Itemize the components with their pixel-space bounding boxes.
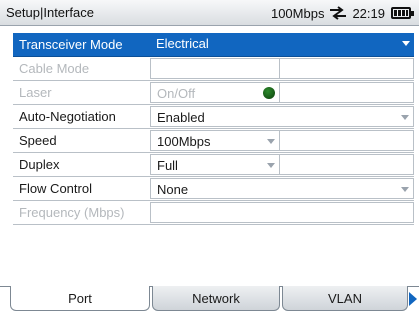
battery-icon — [391, 7, 414, 19]
laser-toggle: On/Off — [150, 82, 280, 103]
chevron-down-icon — [267, 163, 275, 168]
led-indicator-icon — [263, 87, 275, 99]
frequency-label: Frequency (Mbps) — [19, 205, 125, 220]
frequency-row: Frequency (Mbps) — [13, 201, 414, 225]
speed-select[interactable]: 100Mbps — [150, 130, 280, 151]
auto-negotiation-value: Enabled — [157, 110, 205, 125]
laser-value: On/Off — [157, 86, 196, 101]
cable-mode-label: Cable Mode — [19, 61, 90, 76]
laser-label: Laser — [19, 85, 52, 100]
chevron-down-icon — [401, 187, 409, 192]
cable-mode-field — [150, 58, 280, 79]
speed-label: Speed — [19, 133, 57, 148]
flow-control-label: Flow Control — [19, 181, 92, 196]
tab-vlan-label: VLAN — [328, 291, 362, 306]
link-speed: 100Mbps — [270, 5, 325, 21]
auto-negotiation-label: Auto-Negotiation — [19, 109, 116, 124]
transceiver-mode-select[interactable]: Electrical — [150, 33, 414, 56]
tab-port-label: Port — [68, 291, 92, 306]
cable-mode-extra-cell — [279, 58, 414, 79]
scroll-right-icon[interactable] — [409, 292, 417, 306]
page-title: Setup|Interface — [6, 5, 94, 20]
title-bar: Setup|Interface 100Mbps 22:19 — [0, 0, 419, 26]
flow-control-value: None — [157, 182, 189, 197]
tab-bar: Port Network VLAN — [0, 286, 419, 311]
tab-network-label: Network — [192, 291, 240, 306]
duplex-label: Duplex — [19, 157, 60, 172]
auto-negotiation-row[interactable]: Auto-Negotiation Enabled — [13, 105, 414, 129]
frequency-field — [150, 202, 414, 223]
tab-network[interactable]: Network — [152, 286, 280, 311]
auto-negotiation-select[interactable]: Enabled — [150, 106, 414, 127]
speed-row[interactable]: Speed 100Mbps — [13, 129, 414, 153]
clock: 22:19 — [352, 5, 385, 21]
duplex-select[interactable]: Full — [150, 154, 280, 175]
cable-mode-row: Cable Mode — [13, 57, 414, 81]
duplex-row[interactable]: Duplex Full — [13, 153, 414, 177]
transceiver-mode-value: Electrical — [156, 36, 209, 51]
speed-value: 100Mbps — [157, 134, 211, 149]
chevron-down-icon — [267, 139, 275, 144]
laser-extra-cell — [279, 82, 414, 103]
duplex-value: Full — [157, 158, 178, 173]
chevron-down-icon — [401, 115, 409, 120]
tab-port[interactable]: Port — [10, 286, 150, 311]
speed-extra-cell — [279, 130, 414, 151]
chevron-down-icon — [402, 41, 410, 46]
laser-row: Laser On/Off — [13, 81, 414, 105]
flow-control-row[interactable]: Flow Control None — [13, 177, 414, 201]
transceiver-mode-label: Transceiver Mode — [19, 37, 123, 52]
status-area: 100Mbps 22:19 — [270, 4, 414, 22]
interface-settings-form: Transceiver Mode Electrical Cable Mode L… — [13, 33, 414, 225]
duplex-extra-cell — [279, 154, 414, 175]
network-link-icon — [330, 6, 347, 20]
tab-vlan[interactable]: VLAN — [282, 286, 408, 311]
flow-control-select[interactable]: None — [150, 178, 414, 199]
transceiver-mode-row[interactable]: Transceiver Mode Electrical — [13, 33, 414, 57]
